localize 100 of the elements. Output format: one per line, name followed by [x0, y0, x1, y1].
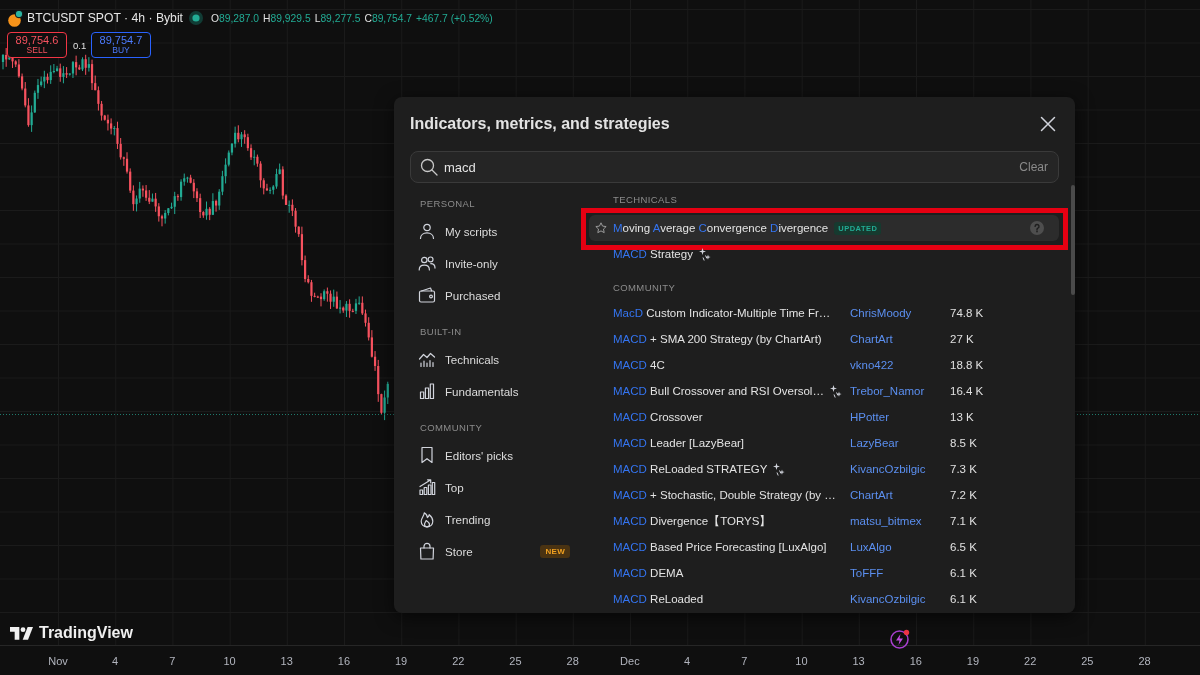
usage-count: 13 K [950, 411, 974, 423]
wallet-icon [418, 286, 436, 304]
usage-count: 7.3 K [950, 463, 977, 475]
usage-count: 6.5 K [950, 541, 977, 553]
indicator-name: MACD Strategy [613, 248, 693, 260]
ohlc-value: O89,287.0 [211, 12, 260, 24]
sidebar-item[interactable]: Invite-only [410, 247, 575, 279]
close-icon [1040, 116, 1056, 132]
axis-label: 16 [337, 654, 351, 667]
author-link[interactable]: ToFFF [850, 567, 884, 579]
indicator-name: MACD Bull Crossover and RSI Oversol… [613, 385, 824, 397]
section-heading: COMMUNITY [420, 421, 483, 433]
axis-label: 10 [795, 654, 808, 667]
sidebar-item[interactable]: Top [410, 471, 575, 503]
author-link[interactable]: Trebor_Namor [850, 385, 925, 397]
usage-count: 18.8 K [950, 359, 984, 371]
indicator-name: MACD Based Price Forecasting [LuxAlgo] [613, 541, 827, 553]
search-field[interactable]: macd Clear [410, 151, 1059, 183]
axis-label: 19 [395, 654, 408, 667]
shopping-bag-icon [418, 542, 436, 560]
axis-label: 28 [566, 654, 579, 667]
indicator-name: MACD + SMA 200 Strategy (by ChartArt) [613, 333, 822, 345]
close-button[interactable] [1038, 114, 1058, 134]
author-link[interactable]: ChartArt [850, 489, 893, 501]
axis-label: Dec [620, 654, 640, 667]
axis-label: 25 [1081, 654, 1094, 667]
usage-count: 16.4 K [950, 385, 984, 397]
price-change: +467.7 (+0.52%) [416, 12, 493, 24]
axis-label: 25 [509, 654, 522, 667]
axis-label: 19 [966, 654, 980, 667]
author-link[interactable]: LuxAlgo [850, 541, 892, 553]
bookmark-icon [418, 446, 436, 464]
indicator-name: MACD DEMA [613, 567, 684, 579]
symbol-title: BTCUSDT SPOT · 4h · Bybit [27, 11, 183, 25]
result-row[interactable]: MACD Crossover HPotter 13 K [589, 404, 1059, 430]
sidebar-item[interactable]: Purchased [410, 279, 575, 311]
result-row[interactable]: MACD ReLoaded KivancOzbilgic 6.1 K [589, 586, 1059, 612]
axis-label: 13 [280, 654, 293, 667]
search-icon [420, 158, 438, 176]
result-row[interactable]: MacD Custom Indicator-Multiple Time Fr… ChrisMoody 74.8 K [589, 300, 1059, 326]
flame-icon [418, 510, 436, 528]
scrollbar-thumb[interactable] [1071, 185, 1075, 295]
author-link[interactable]: LazyBear [850, 437, 899, 449]
usage-count: 6.1 K [950, 593, 977, 605]
result-row[interactable]: MACD + SMA 200 Strategy (by ChartArt) ChartArt 27 K [589, 326, 1059, 352]
section-heading: COMMUNITY [613, 282, 676, 293]
axis-label: 4 [112, 654, 119, 667]
bar-chart-icon [418, 382, 436, 400]
axis-label: 10 [223, 654, 236, 667]
section-heading: TECHNICALS [613, 193, 678, 205]
usage-count: 27 K [950, 333, 974, 345]
author-link[interactable]: KivancOzbilgic [850, 593, 926, 605]
ohlc-value: H89,929.5 [263, 12, 311, 24]
ohlc-value: C89,754.7 [364, 12, 412, 24]
people-icon [418, 254, 436, 272]
status-dot-icon [189, 11, 203, 25]
axis-label: 28 [1138, 654, 1151, 667]
result-row[interactable]: MACD Leader [LazyBear] LazyBear 8.5 K [589, 430, 1059, 456]
author-link[interactable]: ChartArt [850, 333, 893, 345]
axis-label: 22 [452, 654, 465, 667]
line-chart-icon [418, 350, 436, 368]
result-row[interactable]: MACD Divergence【TORYS】 matsu_bitmex 7.1 K [589, 508, 1059, 534]
axis-label: 7 [169, 654, 176, 667]
lightning-icon[interactable] [890, 629, 910, 649]
author-link[interactable]: KivancOzbilgic [850, 463, 926, 475]
indicator-name: MACD ReLoaded STRATEGY [613, 463, 768, 475]
result-row[interactable]: MACD Based Price Forecasting [LuxAlgo] LuxAlgo 6.5 K [589, 534, 1059, 560]
section-heading: BUILT-IN [420, 325, 462, 337]
result-row[interactable]: MACD Bull Crossover and RSI Oversol… Trebor_Namor 16.4 K [589, 378, 1059, 404]
sidebar-item[interactable]: Fundamentals [410, 375, 575, 407]
indicator-name: Moving Average Convergence Divergence [613, 222, 829, 234]
author-link[interactable]: matsu_bitmex [850, 515, 922, 527]
result-row[interactable]: MACD 4C vkno422 18.8 K [589, 352, 1059, 378]
section-heading: PERSONAL [420, 197, 475, 209]
ohlc-value: L89,277.5 [314, 12, 361, 24]
author-link[interactable]: vkno422 [850, 359, 894, 371]
axis-label: 7 [741, 654, 748, 667]
usage-count: 6.1 K [950, 567, 977, 579]
axis-label: 16 [909, 654, 922, 667]
star-icon[interactable] [595, 222, 607, 234]
sidebar-item[interactable]: Editors' picks [410, 439, 575, 471]
dialog-title: Indicators, metrics, and strategies [410, 115, 670, 133]
axis-label: 4 [684, 654, 691, 667]
label-badge: NEW [540, 544, 570, 558]
usage-count: 7.2 K [950, 489, 977, 501]
author-link[interactable]: HPotter [850, 411, 889, 423]
result-row[interactable]: MACD ReLoaded STRATEGY KivancOzbilgic 7.3 K [589, 456, 1059, 482]
author-link[interactable]: ChrisMoody [850, 307, 912, 319]
sidebar-item[interactable]: My scripts [410, 215, 575, 247]
result-row[interactable]: MACD Strategy [589, 241, 1059, 267]
result-row[interactable]: MACD DEMA ToFFF 6.1 K [589, 560, 1059, 586]
clear-button[interactable]: Clear [1019, 160, 1048, 174]
result-row[interactable]: MACD + Stochastic, Double Strategy (by … ChartArt 7.2 K [589, 482, 1059, 508]
indicator-name: MACD Divergence【TORYS】 [613, 513, 772, 529]
sidebar-item[interactable]: Store NEW [410, 535, 575, 567]
usage-count: 7.1 K [950, 515, 977, 527]
sidebar-item[interactable]: Technicals [410, 343, 575, 375]
indicator-name: MACD 4C [613, 359, 665, 371]
sidebar-item[interactable]: Trending [410, 503, 575, 535]
axis-label: 22 [1024, 654, 1037, 667]
